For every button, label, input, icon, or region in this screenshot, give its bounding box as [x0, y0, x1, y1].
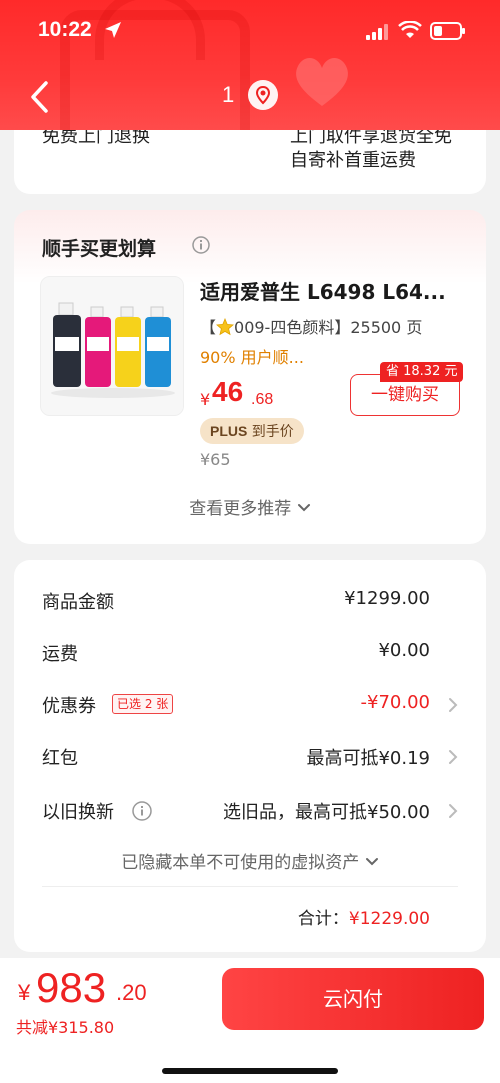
divider — [42, 886, 458, 887]
info-icon[interactable] — [132, 801, 152, 821]
chevron-down-icon — [365, 858, 378, 866]
status-bar: 10:22 — [0, 0, 500, 64]
location-pin-icon[interactable] — [248, 80, 278, 110]
price-integer: 46 — [212, 376, 244, 407]
info-icon[interactable] — [192, 236, 210, 254]
return-service-info-line2: 自寄补首重运费 — [290, 150, 416, 171]
cellular-signal-icon — [366, 24, 388, 40]
pay-amount-decimal: .20 — [116, 980, 147, 1005]
coupon-label: 优惠券 — [42, 696, 96, 717]
checkout-bar: ¥ 983 .20 共减¥315.80 云闪付 — [0, 958, 500, 1083]
red-packet-value: 最高可抵¥0.19 — [306, 748, 430, 769]
trade-in-value: 选旧品，最高可抵¥50.00 — [223, 802, 430, 823]
goods-amount-value: ¥1299.00 — [344, 588, 430, 609]
order-total: 合计：¥1229.00 — [298, 904, 430, 929]
plus-price-badge: PLUS 到手价 — [200, 418, 304, 444]
plus-label: PLUS — [210, 423, 248, 439]
nav-bar: 1 — [0, 70, 500, 124]
status-time: 10:22 — [38, 18, 92, 41]
hidden-assets-label: 已隐藏本单不可使用的虚拟资产 — [121, 853, 360, 873]
total-discount: 共减¥315.80 — [16, 1018, 115, 1037]
chevron-right-icon — [449, 698, 458, 712]
home-indicator — [162, 1068, 338, 1074]
summary-row-shipping: 运费 ¥0.00 — [14, 632, 486, 672]
cloud-quickpass-button[interactable]: 云闪付 — [222, 968, 484, 1030]
coupon-value: -¥70.00 — [360, 692, 430, 713]
shipping-value: ¥0.00 — [378, 640, 430, 661]
shipping-label: 运费 — [42, 644, 78, 665]
spec-bracket: 【 — [200, 318, 217, 337]
header: 10:22 1 — [0, 0, 500, 130]
wifi-icon — [398, 21, 422, 38]
summary-row-red-packet[interactable]: 红包 最高可抵¥0.19 — [14, 736, 486, 776]
red-packet-label: 红包 — [42, 748, 78, 769]
chevron-right-icon — [449, 804, 458, 818]
chevron-down-icon — [297, 504, 310, 512]
summary-row-coupon[interactable]: 优惠券 已选 2 张 -¥70.00 — [14, 684, 486, 724]
nav-count: 1 — [222, 82, 235, 107]
ink-bottles-icon — [41, 277, 183, 415]
product-name[interactable]: 适用爱普生 L6498 L64... — [200, 276, 470, 305]
plus-text: 到手价 — [251, 424, 294, 440]
price-decimal: .68 — [251, 391, 274, 408]
more-recommendations-link[interactable]: 查看更多推荐 — [14, 494, 486, 519]
recommend-card: 顺手买更划算 适用爱普生 L6498 L64... 【 009-四色颜料】255… — [14, 210, 486, 544]
goods-amount-label: 商品金额 — [42, 592, 114, 613]
pay-amount-integer: 983 — [36, 964, 107, 1011]
order-summary-card: 商品金额 ¥1299.00 运费 ¥0.00 优惠券 已选 2 张 -¥70.0… — [14, 560, 486, 952]
product-image[interactable] — [40, 276, 184, 416]
hidden-assets-toggle[interactable]: 已隐藏本单不可使用的虚拟资产 — [14, 848, 486, 873]
summary-row-goods-amount: 商品金额 ¥1299.00 — [14, 580, 486, 620]
chevron-right-icon — [449, 750, 458, 764]
star-icon — [216, 318, 234, 336]
back-arrow-icon[interactable] — [28, 80, 52, 114]
location-arrow-icon — [105, 22, 121, 38]
savings-tag: 省 18.32 元 — [380, 362, 464, 382]
more-recommendations-label: 查看更多推荐 — [189, 499, 292, 519]
trade-in-label: 以旧换新 — [42, 802, 114, 823]
product-spec: 【 009-四色颜料】25500 页 — [200, 314, 422, 338]
price-currency: ¥ — [200, 390, 211, 409]
total-label: 合计： — [297, 909, 349, 929]
coupon-selected-badge: 已选 2 张 — [112, 694, 174, 714]
summary-row-trade-in[interactable]: 以旧换新 选旧品，最高可抵¥50.00 — [14, 790, 486, 830]
original-price: ¥65 — [200, 450, 231, 469]
recommend-title: 顺手买更划算 — [42, 238, 157, 260]
product-users-rating: 90% 用户顺... — [200, 348, 304, 367]
battery-icon — [430, 22, 465, 40]
spec-text: 009-四色颜料】25500 页 — [234, 318, 423, 337]
pay-currency: ¥ — [18, 980, 31, 1005]
total-value: ¥1229.00 — [348, 909, 430, 929]
